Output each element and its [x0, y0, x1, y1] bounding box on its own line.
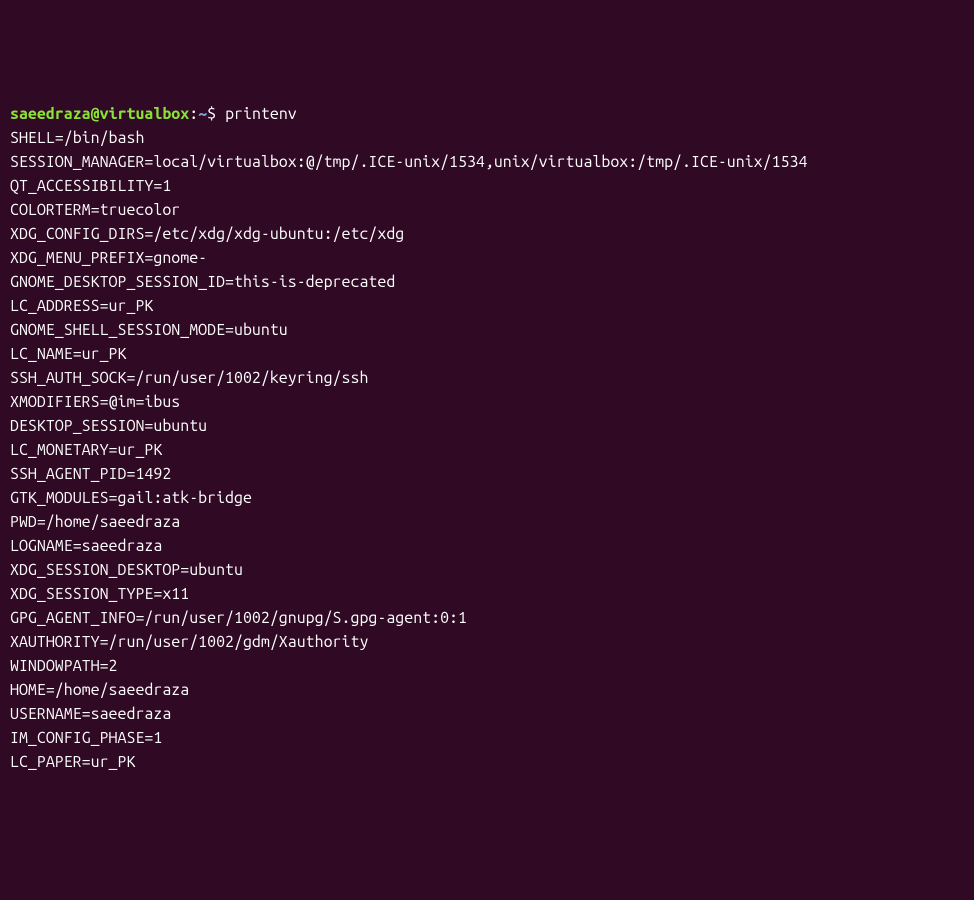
env-var-line: SESSION_MANAGER=local/virtualbox:@/tmp/.…: [10, 150, 964, 174]
env-var-line: PWD=/home/saeedraza: [10, 510, 964, 534]
env-var-line: LOGNAME=saeedraza: [10, 534, 964, 558]
command-text: printenv: [225, 105, 297, 123]
env-var-line: SSH_AGENT_PID=1492: [10, 462, 964, 486]
env-var-line: SHELL=/bin/bash: [10, 126, 964, 150]
env-var-line: GNOME_DESKTOP_SESSION_ID=this-is-depreca…: [10, 270, 964, 294]
env-var-line: XDG_SESSION_TYPE=x11: [10, 582, 964, 606]
env-var-line: XAUTHORITY=/run/user/1002/gdm/Xauthority: [10, 630, 964, 654]
env-var-line: WINDOWPATH=2: [10, 654, 964, 678]
env-var-line: SSH_AUTH_SOCK=/run/user/1002/keyring/ssh: [10, 366, 964, 390]
env-var-line: LC_PAPER=ur_PK: [10, 750, 964, 774]
prompt-host: virtualbox: [100, 105, 190, 123]
env-var-line: GNOME_SHELL_SESSION_MODE=ubuntu: [10, 318, 964, 342]
prompt-at: @: [91, 105, 100, 123]
env-var-line: XDG_MENU_PREFIX=gnome-: [10, 246, 964, 270]
env-var-line: COLORTERM=truecolor: [10, 198, 964, 222]
prompt-path: ~: [198, 105, 207, 123]
env-var-line: XDG_SESSION_DESKTOP=ubuntu: [10, 558, 964, 582]
prompt-colon: :: [189, 105, 198, 123]
prompt-dollar: $: [207, 105, 225, 123]
env-var-line: HOME=/home/saeedraza: [10, 678, 964, 702]
env-var-line: LC_NAME=ur_PK: [10, 342, 964, 366]
env-var-line: IM_CONFIG_PHASE=1: [10, 726, 964, 750]
env-var-line: GTK_MODULES=gail:atk-bridge: [10, 486, 964, 510]
env-var-line: GPG_AGENT_INFO=/run/user/1002/gnupg/S.gp…: [10, 606, 964, 630]
prompt-user: saeedraza: [10, 105, 91, 123]
env-var-line: QT_ACCESSIBILITY=1: [10, 174, 964, 198]
env-var-line: LC_ADDRESS=ur_PK: [10, 294, 964, 318]
terminal-window[interactable]: saeedraza@virtualbox:~$ printenv SHELL=/…: [10, 102, 964, 774]
env-var-line: XMODIFIERS=@im=ibus: [10, 390, 964, 414]
env-var-line: USERNAME=saeedraza: [10, 702, 964, 726]
env-var-line: LC_MONETARY=ur_PK: [10, 438, 964, 462]
env-var-line: XDG_CONFIG_DIRS=/etc/xdg/xdg-ubuntu:/etc…: [10, 222, 964, 246]
env-var-line: DESKTOP_SESSION=ubuntu: [10, 414, 964, 438]
